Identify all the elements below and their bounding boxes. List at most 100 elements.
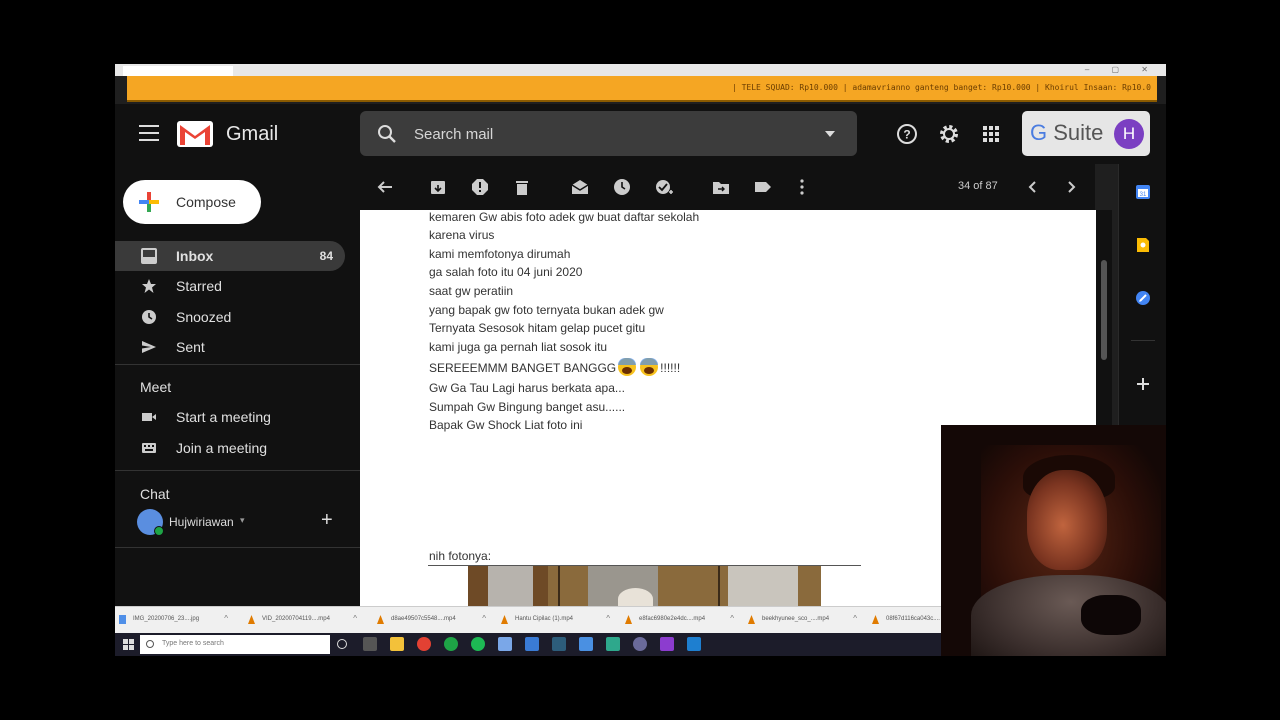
taskbar-search-box[interactable]: Type here to search <box>140 635 330 654</box>
download-item[interactable]: Hantu Cipilac (1).mp4 ^ <box>501 611 616 629</box>
sidebar-item-sent[interactable]: Sent <box>115 332 345 362</box>
main-menu-icon[interactable] <box>139 125 159 143</box>
tasks-icon[interactable] <box>1135 290 1151 306</box>
older-chevron-right-icon[interactable] <box>1062 178 1080 196</box>
premiere-icon[interactable] <box>660 637 674 651</box>
report-spam-icon[interactable] <box>471 178 489 196</box>
new-chat-button[interactable]: + <box>321 509 333 532</box>
star-icon <box>142 279 156 293</box>
mark-unread-icon[interactable] <box>571 178 589 196</box>
download-item[interactable]: beekhyunee_sco_....mp4 ^ <box>748 611 863 629</box>
search-options-icon[interactable] <box>825 131 835 137</box>
snooze-clock-icon[interactable] <box>613 178 631 196</box>
app-icon[interactable] <box>552 637 566 651</box>
chat-user-avatar[interactable] <box>137 509 164 536</box>
ticker-text: | TELE SQUAD: Rp10.000 | adamavrianno ga… <box>731 83 1151 92</box>
browser-tab[interactable] <box>123 66 233 76</box>
svg-text:31: 31 <box>1140 192 1147 198</box>
pagination-count: 34 of 87 <box>958 180 998 192</box>
window-controls[interactable]: – ▢ ✕ <box>1085 65 1158 74</box>
delete-trash-icon[interactable] <box>513 178 531 196</box>
vlc-file-icon <box>501 615 508 624</box>
screaming-face-emoji-icon <box>640 358 659 376</box>
vlc-file-icon <box>625 615 632 624</box>
sidebar-item-snoozed[interactable]: Snoozed <box>115 302 345 332</box>
sidebar-item-label: Inbox <box>176 248 214 264</box>
donation-ticker: | TELE SQUAD: Rp10.000 | adamavrianno ga… <box>127 76 1157 102</box>
keyboard-icon <box>142 443 156 453</box>
chat-heading: Chat <box>140 486 170 502</box>
svg-text:?: ? <box>903 128 910 142</box>
email-line: kami juga ga pernah liat sosok itu <box>429 340 608 354</box>
sidebar-item-inbox[interactable]: Inbox 84 <box>115 241 345 271</box>
sidebar-divider <box>115 364 360 365</box>
compose-label: Compose <box>176 194 236 210</box>
email-line: yang bapak gw foto ternyata bukan adek g… <box>429 303 664 317</box>
streamer-webcam-overlay <box>941 425 1166 656</box>
more-options-icon[interactable] <box>793 178 811 196</box>
email-line: Gw Ga Tau Lagi harus berkata apa... <box>429 381 625 395</box>
chat-user-row[interactable]: Hujwiriawan ▾ + <box>137 509 357 537</box>
photoshop-icon[interactable] <box>687 637 701 651</box>
email-toolbar: 34 of 87 <box>360 164 1095 210</box>
download-item[interactable]: d8ae49507c5548....mp4 ^ <box>377 611 492 629</box>
browser-tab-strip: – ▢ ✕ <box>115 64 1166 76</box>
whatsapp-icon[interactable] <box>444 637 458 651</box>
get-addons-plus-icon[interactable] <box>1135 376 1151 392</box>
gmail-wordmark: Gmail <box>226 123 279 145</box>
account-avatar[interactable]: H <box>1114 119 1144 149</box>
status-dropdown-icon[interactable]: ▾ <box>240 515 245 526</box>
newer-chevron-left-icon[interactable] <box>1024 178 1042 196</box>
gmail-header: Gmail ? G Suite H <box>115 104 1166 164</box>
gmail-logo-icon[interactable] <box>177 121 213 147</box>
app-icon[interactable] <box>525 637 539 651</box>
search-input[interactable] <box>412 122 796 146</box>
search-icon[interactable] <box>376 123 398 145</box>
attached-photo[interactable] <box>468 566 821 610</box>
keep-notes-icon[interactable] <box>1135 237 1151 253</box>
back-arrow-icon[interactable] <box>376 178 394 196</box>
attachment-caption: nih fotonya: <box>429 549 492 563</box>
spotify-icon[interactable] <box>471 637 485 651</box>
vlc-file-icon <box>248 615 255 624</box>
apps-grid-icon[interactable] <box>980 123 1002 145</box>
join-meeting-item[interactable]: Join a meeting <box>115 433 345 463</box>
chat-user-name[interactable]: Hujwiriawan <box>169 515 234 529</box>
app-icon[interactable] <box>579 637 593 651</box>
gsuite-logo: G Suite <box>1030 120 1104 145</box>
image-file-icon <box>119 615 126 624</box>
clock-icon <box>142 310 156 324</box>
start-meeting-item[interactable]: Start a meeting <box>115 402 345 432</box>
compose-button[interactable]: Compose <box>123 180 261 224</box>
chrome-icon[interactable] <box>417 637 431 651</box>
file-explorer-icon[interactable] <box>390 637 404 651</box>
send-icon <box>142 341 156 353</box>
add-to-tasks-icon[interactable] <box>655 178 673 196</box>
download-item[interactable]: IMG_20200706_23....jpg ^ <box>119 611 234 629</box>
download-item[interactable]: e8fac6980e2e4dc....mp4 ^ <box>625 611 740 629</box>
obs-icon[interactable] <box>633 637 647 651</box>
search-bar[interactable] <box>360 111 857 156</box>
inbox-icon <box>141 248 157 264</box>
download-item[interactable]: VID_20200704119....mp4 ^ <box>248 611 363 629</box>
app-icon[interactable] <box>498 637 512 651</box>
help-icon[interactable]: ? <box>896 123 918 145</box>
calendar-icon[interactable]: 31 <box>1135 184 1151 200</box>
settings-gear-icon[interactable] <box>938 123 960 145</box>
gsuite-account-button[interactable]: G Suite H <box>1022 111 1150 156</box>
scrollbar-thumb[interactable] <box>1101 260 1107 360</box>
cortana-icon[interactable] <box>337 639 347 649</box>
archive-icon[interactable] <box>429 178 447 196</box>
label-tag-icon[interactable] <box>754 178 772 196</box>
app-icon[interactable] <box>606 637 620 651</box>
windows-start-icon[interactable] <box>123 639 134 650</box>
email-line: Ternyata Sesosok hitam gelap pucet gitu <box>429 321 646 335</box>
screaming-face-emoji-icon <box>618 358 637 376</box>
move-to-icon[interactable] <box>712 178 730 196</box>
unread-count: 84 <box>319 249 333 263</box>
email-shout-line: SEREEEMMM BANGET BANGGG!!!!!! <box>429 358 680 376</box>
email-line: karena virus <box>429 228 495 242</box>
sidebar-item-starred[interactable]: Starred <box>115 271 345 301</box>
task-view-icon[interactable] <box>363 637 377 651</box>
sidebar-item-label: Starred <box>176 278 222 294</box>
